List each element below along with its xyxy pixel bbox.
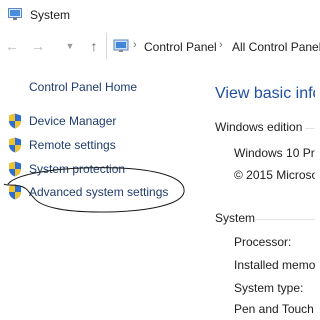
task-label[interactable]: Remote settings [29,138,116,152]
breadcrumb-all-control-panel[interactable]: All Control Panel [232,40,320,54]
uac-shield-icon [9,137,21,153]
uac-shield-icon [9,184,21,200]
task-system-protection[interactable]: System protection [8,161,193,179]
task-label[interactable]: Device Manager [29,114,116,128]
section-divider [255,219,315,220]
windows-edition-heading: Windows edition [215,120,303,134]
forward-arrow-icon[interactable]: → [30,38,46,54]
system-heading: System [215,211,256,225]
copyright-text: © 2015 Microso [234,168,315,182]
task-advanced-system-settings[interactable]: Advanced system settings [8,184,193,202]
breadcrumb-control-panel[interactable]: Control Panel [144,40,217,54]
task-device-manager[interactable]: Device Manager [8,113,193,131]
task-label[interactable]: System protection [29,162,125,176]
window-title: System [30,8,71,22]
breadcrumb-separator-icon[interactable]: › [219,39,223,51]
uac-shield-icon [9,113,21,129]
control-panel-icon [113,39,129,52]
control-panel-home-link[interactable]: Control Panel Home [29,80,137,94]
title-bar: System [0,0,315,30]
navigation-bar: ← → ▼ ↑ › Control Panel › All Control Pa… [0,30,320,62]
address-box[interactable]: › Control Panel › All Control Panel [106,33,320,59]
section-divider [305,128,315,129]
uac-shield-icon [9,161,21,177]
breadcrumb-separator-icon[interactable]: › [133,39,137,51]
installed-memory-label: Installed memor [234,258,315,272]
pen-and-touch-label: Pen and Touch: [234,302,315,316]
system-type-label: System type: [234,281,304,295]
recent-locations-chevron-icon[interactable]: ▼ [62,38,78,54]
back-arrow-icon[interactable]: ← [4,38,20,54]
main-content: View basic infor Windows edition Windows… [200,62,315,320]
processor-label: Processor: [234,235,292,249]
edition-name: Windows 10 Pro [234,146,315,160]
task-label[interactable]: Advanced system settings [29,185,168,199]
tasks-pane: Control Panel Home Device Manager Remote… [0,62,200,320]
up-arrow-icon[interactable]: ↑ [86,38,102,54]
task-remote-settings[interactable]: Remote settings [8,137,193,155]
page-title: View basic infor [215,85,315,102]
system-icon [8,8,22,20]
